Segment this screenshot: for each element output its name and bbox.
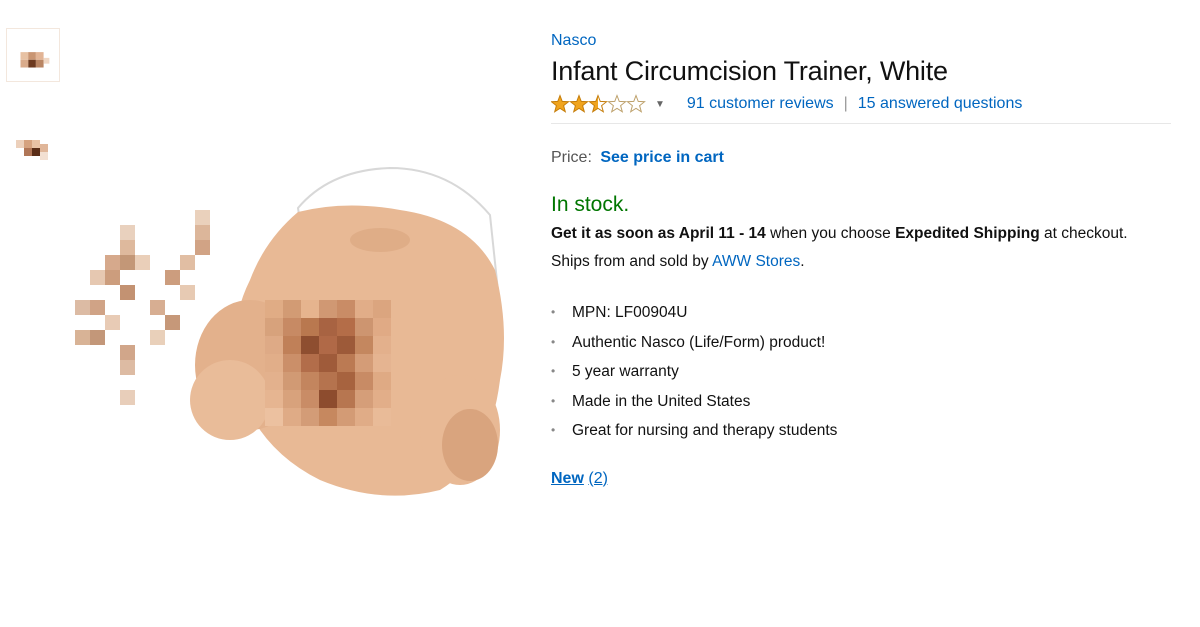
rating-row: ▼ 91 customer reviews | 15 answered ques… xyxy=(551,92,1171,116)
bullet-icon: • xyxy=(551,334,556,349)
questions-link[interactable]: 15 answered questions xyxy=(858,95,1023,113)
star-icon xyxy=(588,94,608,113)
seller-link[interactable]: AWW Stores xyxy=(712,253,800,270)
product-title: Infant Circumcision Trainer, White xyxy=(551,56,948,86)
feature-text: MPN: LF00904U xyxy=(572,304,688,321)
price-row: Price: See price in cart xyxy=(551,147,1171,169)
new-offers-count[interactable]: (2) xyxy=(588,470,608,487)
star-icon xyxy=(626,94,646,113)
ships-prefix: Ships from and sold by xyxy=(551,253,713,270)
thumbnail-2[interactable] xyxy=(6,122,60,176)
ships-from: Ships from and sold by AWW Stores. xyxy=(551,250,1171,274)
delivery-suffix: at checkout. xyxy=(1039,225,1128,242)
product-info: Nasco Infant Circumcision Trainer, White… xyxy=(551,30,1171,488)
thumbnail-1[interactable] xyxy=(6,28,60,82)
see-price-link[interactable]: See price in cart xyxy=(600,149,724,166)
delivery-mid: when you choose xyxy=(765,225,896,242)
delivery-estimate: Get it as soon as April 11 - 14 when you… xyxy=(551,222,1171,246)
bullet-icon: • xyxy=(551,305,556,319)
product-main-image[interactable] xyxy=(60,160,520,510)
thumbnail-2-image xyxy=(6,122,60,176)
star-icon xyxy=(551,94,570,113)
feature-bullets: • MPN: LF00904U • Authentic Nasco (Life/Fo… xyxy=(551,298,1171,446)
feature-text: Made in the United States xyxy=(572,392,751,410)
star-icon xyxy=(607,94,627,113)
feature-item: • MPN: LF00904U xyxy=(551,298,1171,328)
bullet-icon: • xyxy=(551,364,556,378)
brand-link[interactable]: Nasco xyxy=(551,30,1171,52)
star-rating[interactable] xyxy=(551,94,647,114)
feature-text: Authentic Nasco (Life/Form) product! xyxy=(572,333,826,351)
bullet-icon: • xyxy=(551,423,556,437)
offers-row: New (2) xyxy=(551,470,1171,488)
feature-item: • Made in the United States xyxy=(551,387,1171,417)
star-icon xyxy=(569,94,589,113)
reviews-link[interactable]: 91 customer reviews xyxy=(687,95,834,113)
delivery-method: Expedited Shipping xyxy=(895,225,1040,242)
feature-text: 5 year warranty xyxy=(572,363,679,380)
feature-text: Great for nursing and therapy students xyxy=(572,422,838,439)
separator: | xyxy=(843,95,848,112)
feature-item: • 5 year warranty xyxy=(551,357,1171,387)
feature-item: • Authentic Nasco (Life/Form) product! xyxy=(551,328,1171,358)
infant-trainer-image xyxy=(75,166,504,496)
bullet-icon: • xyxy=(551,393,556,408)
feature-item: • Great for nursing and therapy students xyxy=(551,416,1171,446)
ships-suffix: . xyxy=(800,253,805,270)
chevron-down-icon[interactable]: ▼ xyxy=(655,99,665,110)
new-offers-link[interactable]: New xyxy=(551,470,584,487)
divider xyxy=(551,123,1171,124)
stock-status: In stock. xyxy=(551,193,630,216)
delivery-date: Get it as soon as April 11 - 14 xyxy=(551,225,766,242)
thumbnail-1-image xyxy=(7,29,59,81)
stars-icon xyxy=(551,94,646,113)
price-label: Price: xyxy=(551,149,592,166)
